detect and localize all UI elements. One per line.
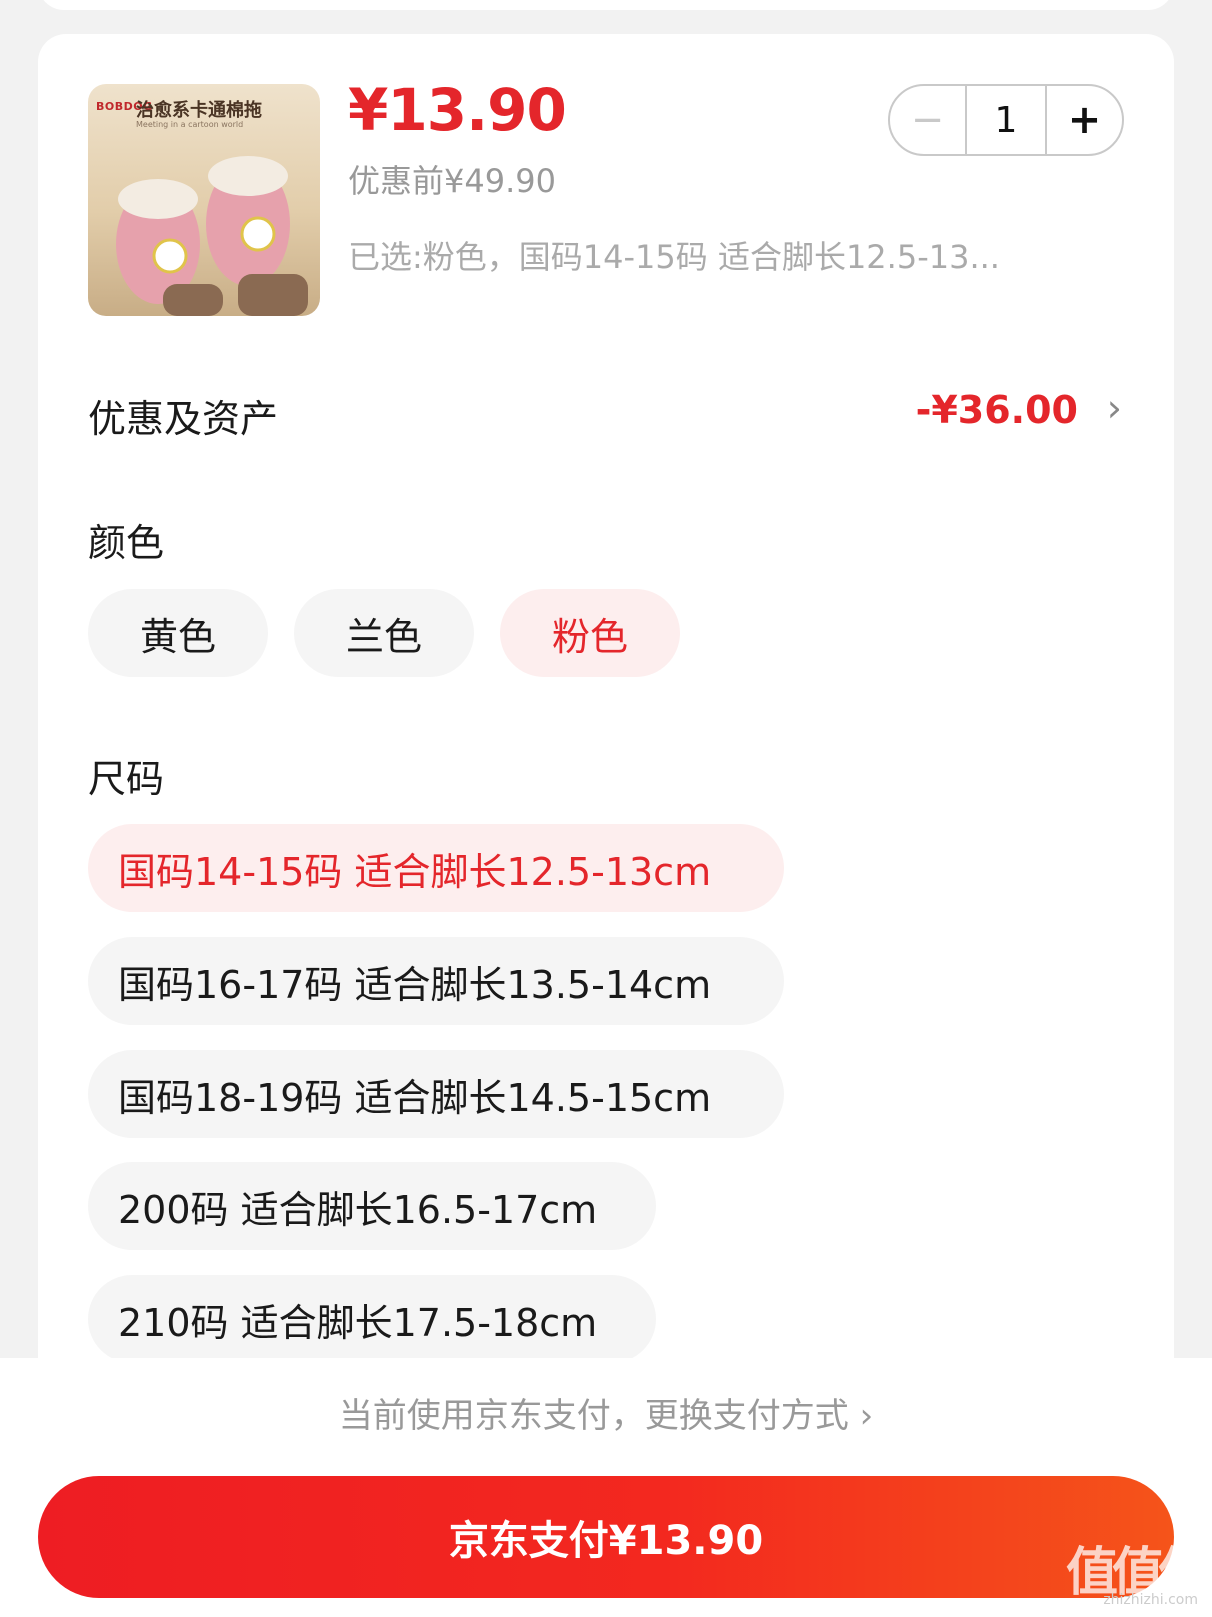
minus-icon: − [910, 97, 945, 143]
size-option[interactable]: 200码 适合脚长16.5-17cm [88, 1162, 656, 1250]
chevron-right-icon: › [859, 1396, 874, 1436]
selected-summary: 已选:粉色，国码14-15码 适合脚长12.5-13... [348, 238, 1000, 276]
product-price: ¥13.90 [348, 76, 567, 144]
size-option[interactable]: 国码14-15码 适合脚长12.5-13cm [88, 824, 784, 912]
jd-pay-button[interactable]: 京东支付¥13.90 [38, 1476, 1174, 1598]
product-spec-card: BOBDOG 治愈系卡通棉拖 Meeting in a cartoon worl… [38, 34, 1174, 1434]
quantity-value[interactable]: 1 [965, 86, 1047, 154]
color-option-blue[interactable]: 兰色 [294, 589, 474, 677]
previous-card [38, 0, 1174, 10]
product-thumbnail[interactable]: BOBDOG 治愈系卡通棉拖 Meeting in a cartoon worl… [88, 84, 320, 316]
discount-label[interactable]: 优惠及资产 [88, 388, 278, 443]
payment-bar: 当前使用京东支付，更换支付方式 › 京东支付¥13.90 [0, 1358, 1212, 1617]
increase-quantity-button[interactable]: + [1047, 86, 1122, 154]
color-option-yellow[interactable]: 黄色 [88, 589, 268, 677]
original-price: 优惠前¥49.90 [348, 162, 556, 200]
color-label: 颜色 [88, 521, 165, 565]
watermark-site: zhizhizhi.com [1103, 1592, 1198, 1608]
slippers-illustration [116, 156, 308, 316]
size-option[interactable]: 国码18-19码 适合脚长14.5-15cm [88, 1050, 784, 1138]
discount-value[interactable]: -¥36.00 [916, 388, 1078, 432]
quantity-stepper: − 1 + [888, 84, 1124, 156]
size-option[interactable]: 国码16-17码 适合脚长13.5-14cm [88, 937, 784, 1025]
color-option-pink[interactable]: 粉色 [500, 589, 680, 677]
size-label: 尺码 [88, 757, 165, 801]
size-option[interactable]: 210码 适合脚长17.5-18cm [88, 1275, 656, 1363]
payment-method-link[interactable]: 当前使用京东支付，更换支付方式 › [0, 1388, 1212, 1437]
decrease-quantity-button[interactable]: − [890, 86, 965, 154]
plus-icon: + [1067, 97, 1102, 143]
payment-hint-text: 当前使用京东支付，更换支付方式 [338, 1396, 849, 1436]
chevron-right-icon[interactable]: › [1107, 386, 1122, 430]
